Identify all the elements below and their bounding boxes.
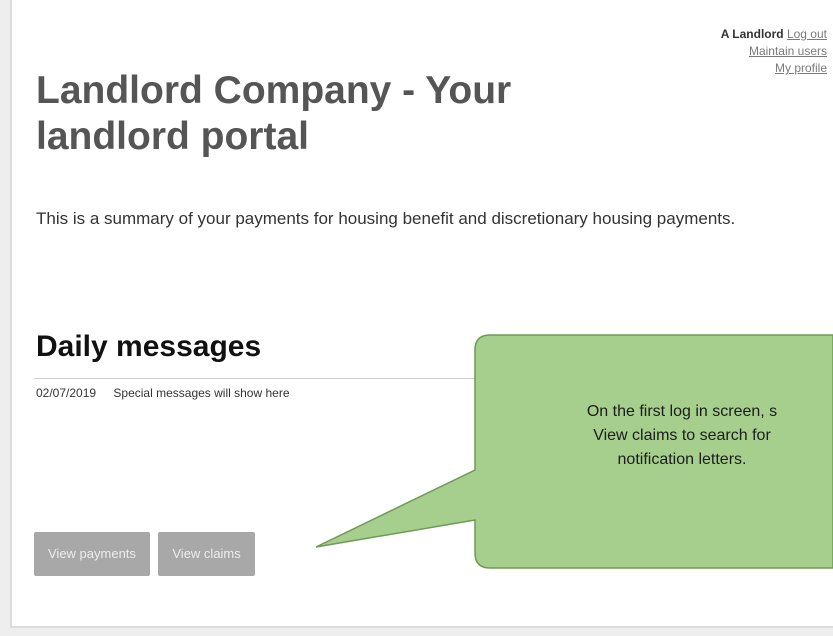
callout-line-3: notification letters. bbox=[617, 451, 747, 468]
callout-line-1: On the first log in screen, s bbox=[586, 403, 778, 420]
callout-text: On the first log in screen, s View claim… bbox=[472, 400, 833, 472]
callout-line-2: View claims to search for bbox=[593, 427, 771, 444]
callout-shape bbox=[315, 334, 833, 569]
